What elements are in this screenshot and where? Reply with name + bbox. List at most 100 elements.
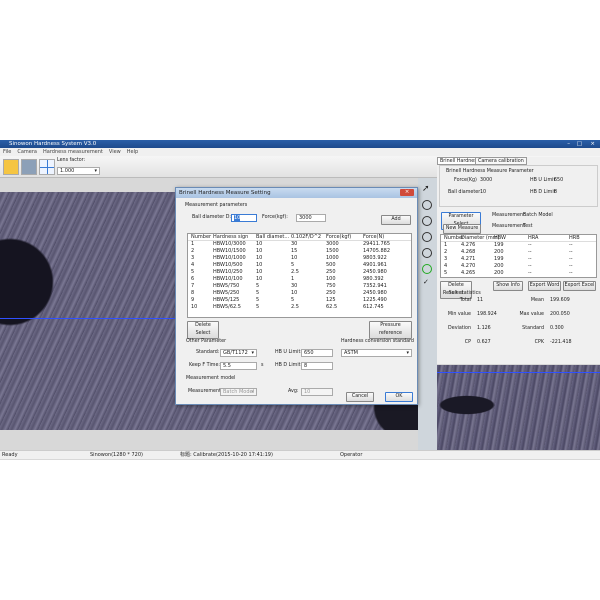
table-cell: 9803.922 — [363, 255, 387, 261]
app-window: Sinowon Hardness System V3.0 – □ × File C… — [0, 140, 600, 460]
measurement-select[interactable]: Batch Model ▾ — [220, 388, 257, 396]
table-cell: -- — [528, 256, 532, 262]
table-cell: 199 — [494, 256, 504, 262]
close-button[interactable]: × — [590, 140, 595, 148]
ball-input[interactable]: 10 — [231, 214, 257, 222]
lens-label: Lens factor: — [57, 158, 86, 163]
force-value: 3000 — [480, 178, 493, 183]
table-cell: HBW10/500 — [213, 262, 243, 268]
show-info-button[interactable]: Show Info — [493, 281, 523, 291]
ball-label: Ball diameter D: — [192, 215, 232, 220]
table-row[interactable]: 2 HBW10/1500 10 15 1500 14705.882 — [188, 248, 411, 255]
column-header: HRA — [528, 235, 539, 241]
hbd-input[interactable]: 8 — [301, 362, 333, 370]
hbd-value: 8 — [554, 190, 558, 195]
ok-button[interactable]: OK — [385, 392, 413, 402]
table-row[interactable]: 6 HBW10/100 10 1 100 980.392 — [188, 276, 411, 283]
table-row[interactable]: 9 HBW5/125 5 5 125 1225.490 — [188, 297, 411, 304]
stat-value: -221.418 — [550, 340, 572, 345]
avg-input[interactable]: 10 — [301, 388, 333, 396]
table-cell: -- — [569, 263, 573, 269]
table-row[interactable]: 7 HBW5/750 5 30 750 7352.941 — [188, 283, 411, 290]
table-cell: -- — [528, 270, 532, 276]
circle-tool-icon[interactable] — [422, 216, 432, 226]
table-row[interactable]: 10 HBW5/62.5 5 2.5 62.5 612.745 — [188, 304, 411, 311]
open-folder-icon[interactable] — [3, 159, 19, 175]
table-cell: 500 — [326, 262, 336, 268]
table-cell: 10 — [256, 269, 263, 275]
stat-value: 198.924 — [477, 312, 497, 317]
menu-hardness[interactable]: Hardness measurement — [43, 149, 103, 155]
arrow-icon[interactable]: ➚ — [422, 184, 430, 194]
pressure-reference-button[interactable]: Pressure reference — [369, 321, 412, 339]
table-row[interactable]: 2 4.268 200 -- -- — [441, 249, 596, 256]
delete-select-button[interactable]: Delete Select — [440, 281, 472, 299]
menu-file[interactable]: File — [3, 149, 11, 155]
minimize-button[interactable]: – — [567, 140, 570, 148]
new-measure-button[interactable]: New Measure — [443, 224, 481, 234]
right-panel: Brinell Hardness Camera calibration Brin… — [437, 157, 600, 364]
force-input[interactable]: 3000 — [296, 214, 326, 222]
menu-camera[interactable]: Camera — [17, 149, 37, 155]
column-header: Ball diamet... — [256, 234, 290, 240]
status-calibration: 标题: Calibrate(2015-10-20 17:41:19) — [180, 452, 273, 458]
hbd-label: HB D Limit — [530, 190, 556, 195]
table-row[interactable]: 8 HBW5/250 5 10 250 2450.980 — [188, 290, 411, 297]
lens-select[interactable]: 1.000 ▾ — [57, 167, 100, 175]
export-word-button[interactable]: Export Word — [528, 281, 561, 291]
table-cell: 612.745 — [363, 304, 384, 310]
cancel-button[interactable]: Cancel — [346, 392, 374, 402]
measurement-label: Measurement — [492, 224, 525, 229]
keep-time-input[interactable]: 5.5 — [220, 362, 257, 370]
standard-select[interactable]: GB/T1172 ▾ — [220, 349, 257, 357]
export-excel-button[interactable]: Export Excel — [563, 281, 596, 291]
table-cell: 4 — [191, 262, 195, 268]
crosshair-icon[interactable] — [39, 159, 55, 175]
table-row[interactable]: 4 4.270 200 -- -- — [441, 263, 596, 270]
table-row[interactable]: 5 HBW10/250 10 2.5 250 2450.980 — [188, 269, 411, 276]
tool-column: ➚ ✓ — [418, 178, 437, 450]
conversion-select[interactable]: ASTM ▾ — [341, 349, 412, 357]
stat-label: Standard — [522, 326, 544, 331]
menu-view[interactable]: View — [109, 149, 121, 155]
column-header: Force(kgf) — [326, 234, 352, 240]
table-row[interactable]: 3 HBW10/1000 10 10 1000 9803.922 — [188, 255, 411, 262]
table-row[interactable]: 3 4.271 199 -- -- — [441, 256, 596, 263]
circle-tool-icon[interactable] — [422, 248, 432, 258]
table-cell: -- — [569, 242, 573, 248]
table-cell: HBW10/1500 — [213, 248, 246, 254]
table-cell: 4.268 — [461, 249, 476, 255]
status-operator: Operator — [340, 452, 363, 458]
table-row[interactable]: 1 4.276 199 -- -- — [441, 242, 596, 249]
table-row[interactable]: 5 4.265 200 -- -- — [441, 270, 596, 277]
check-icon[interactable]: ✓ — [423, 278, 429, 286]
tab-camera-calibration[interactable]: Camera calibration — [475, 157, 527, 165]
add-button[interactable]: Add — [381, 215, 411, 225]
table-cell: 62.5 — [326, 304, 338, 310]
stat-label: Mean — [530, 298, 544, 303]
delete-select-button[interactable]: Delete Select — [187, 321, 219, 339]
table-row[interactable]: 4 HBW10/500 10 5 500 4901.961 — [188, 262, 411, 269]
camera-icon[interactable] — [21, 159, 37, 175]
table-cell: 5 — [291, 297, 295, 303]
table-cell: 5 — [444, 270, 448, 276]
circle-tool-icon[interactable] — [422, 232, 432, 242]
dialog-close-button[interactable]: × — [400, 189, 414, 196]
hbu-input[interactable]: 650 — [301, 349, 333, 357]
table-cell: 3 — [191, 255, 195, 261]
table-cell: 10 — [256, 262, 263, 268]
table-row[interactable]: 1 HBW10/3000 10 30 3000 29411.765 — [188, 241, 411, 248]
window-title: Sinowon Hardness System V3.0 — [9, 141, 97, 147]
circle-tool-icon[interactable] — [422, 264, 432, 274]
stat-value: 1.126 — [477, 326, 491, 331]
table-header: Number Hardness sign Ball diamet... 0.102F/… — [188, 234, 411, 241]
maximize-button[interactable]: □ — [577, 140, 582, 148]
menu-help[interactable]: Help — [127, 149, 138, 155]
circle-tool-icon[interactable] — [422, 200, 432, 210]
table-cell: 10 — [256, 241, 263, 247]
table-cell: 980.392 — [363, 276, 384, 282]
results-table: Number Diameter (mm) HBW HRA HRB 1 4.276 199 -- -… — [440, 234, 597, 278]
dialog-title-bar: Brinell Hardness Measure Setting × — [176, 188, 417, 198]
table-cell: HBW10/100 — [213, 276, 243, 282]
stats-area: Total 11 Mean 199.609 Min value 198.924 Max va… — [437, 298, 600, 358]
